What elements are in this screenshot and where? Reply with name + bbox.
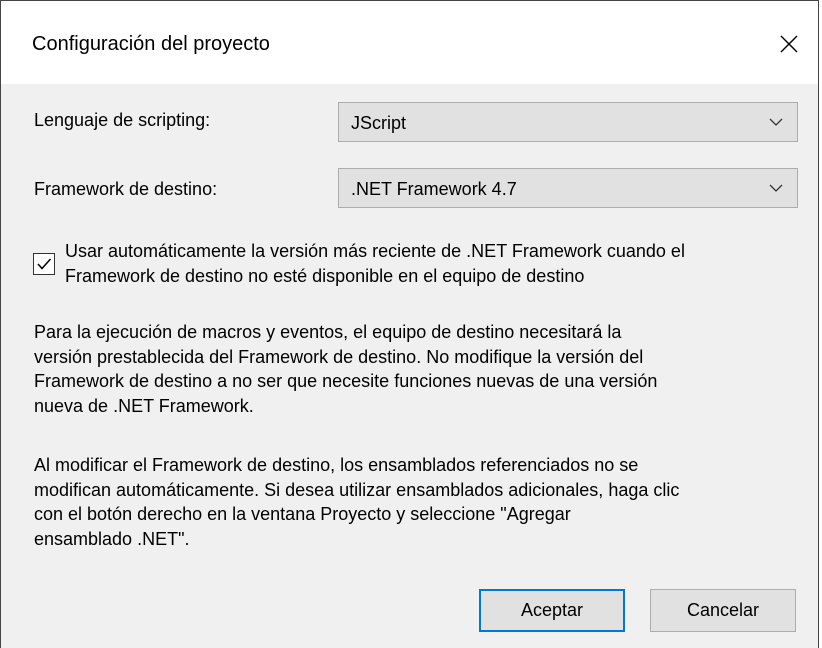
chevron-down-icon [769,118,783,126]
info-paragraph-macros: Para la ejecución de macros y eventos, e… [34,320,794,418]
title-bar: Configuración del proyecto [1,1,818,84]
auto-latest-framework-label[interactable]: Usar automáticamente la versión más reci… [65,239,810,289]
target-framework-select[interactable]: .NET Framework 4.7 [338,168,798,208]
checkmark-icon [37,258,52,270]
ok-button[interactable]: Aceptar [479,589,625,632]
target-framework-label: Framework de destino: [34,179,218,199]
paragraph-line: versión prestablecida del Framework de d… [34,346,644,367]
scripting-language-select[interactable]: JScript [338,102,798,142]
cancel-button[interactable]: Cancelar [650,589,796,632]
scripting-language-value: JScript [351,113,407,133]
chevron-down-icon [769,184,783,192]
paragraph-line: nueva de .NET Framework. [34,395,254,416]
close-button[interactable] [760,21,818,67]
paragraph-line: Al modificar el Framework de destino, lo… [34,455,639,475]
paragraph-line: modifican automáticamente. Si desea util… [34,479,680,500]
project-settings-dialog: Configuración del proyecto Lenguaje de s… [0,0,819,648]
paragraph-line: Framework de destino a no ser que necesi… [34,371,658,391]
scripting-language-label: Lenguaje de scripting: [34,110,211,130]
info-paragraph-assemblies: Al modificar el Framework de destino, lo… [34,453,794,551]
target-framework-value: .NET Framework 4.7 [351,179,517,199]
dialog-title: Configuración del proyecto [32,33,270,55]
close-icon [780,35,798,53]
paragraph-line: Para la ejecución de macros y eventos, e… [34,322,622,342]
paragraph-line: ensamblado .NET". [34,528,190,549]
auto-latest-label-line: Usar automáticamente la versión más reci… [65,241,685,261]
auto-latest-label-line: Framework de destino no esté disponible … [65,266,585,286]
auto-latest-framework-checkbox[interactable] [33,253,55,275]
paragraph-line: con el botón derecho en la ventana Proye… [34,504,571,524]
